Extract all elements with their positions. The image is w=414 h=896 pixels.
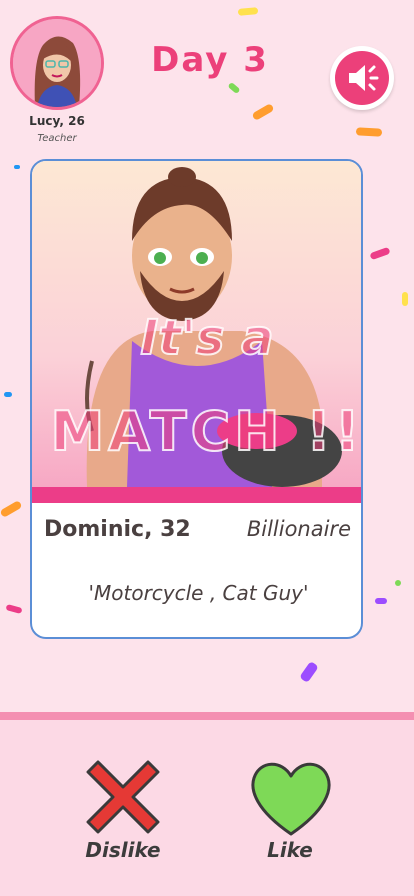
card-job: Billionaire bbox=[246, 517, 351, 541]
action-panel bbox=[0, 712, 414, 896]
dislike-label: Dislike bbox=[85, 838, 161, 862]
action-panel-divider bbox=[0, 712, 414, 720]
profile-name: Lucy, 26 bbox=[29, 114, 85, 128]
day-title: Day 3 bbox=[151, 40, 269, 80]
match-card[interactable]: Dominic, 32 Billionaire 'Motorcycle , Ca… bbox=[30, 159, 363, 639]
cross-icon bbox=[86, 760, 160, 834]
like-button[interactable] bbox=[246, 752, 336, 842]
profile-avatar[interactable] bbox=[10, 16, 104, 110]
dislike-button[interactable] bbox=[78, 752, 168, 842]
profile-job: Teacher bbox=[37, 133, 77, 144]
heart-icon bbox=[251, 762, 331, 836]
woman-portrait-icon bbox=[13, 19, 101, 107]
like-label: Like bbox=[267, 838, 313, 862]
match-text-line2: MATCH !! bbox=[49, 399, 364, 464]
card-stripe bbox=[32, 487, 361, 503]
sound-button[interactable] bbox=[330, 46, 394, 110]
speaker-icon bbox=[349, 65, 379, 91]
card-name: Dominic, 32 bbox=[44, 517, 191, 542]
match-text-line1: It's a bbox=[139, 309, 274, 367]
card-tagline: 'Motorcycle , Cat Guy' bbox=[88, 581, 309, 605]
